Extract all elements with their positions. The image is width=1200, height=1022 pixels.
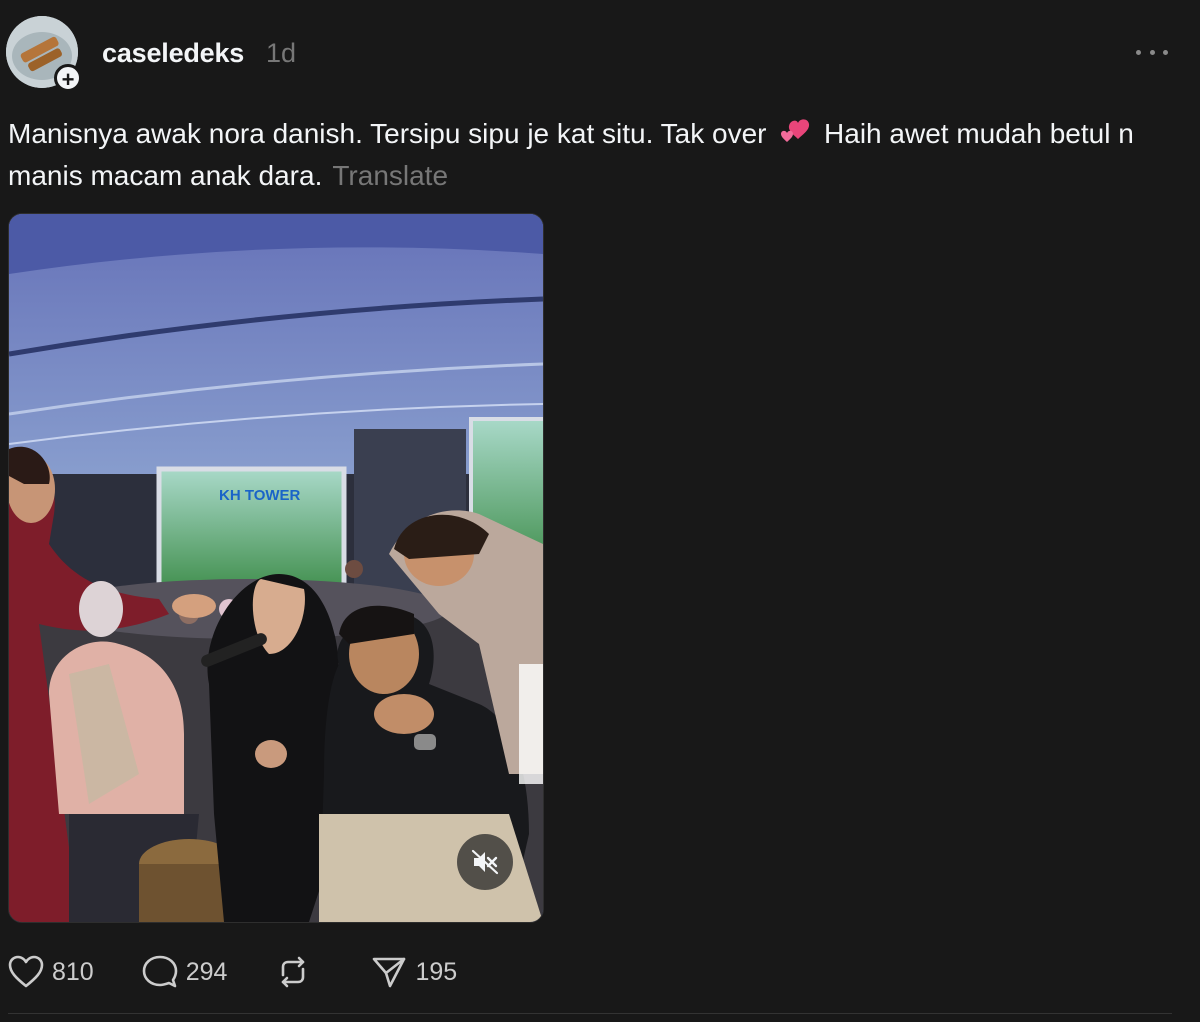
repost-icon [282, 956, 305, 988]
more-dot [1163, 49, 1168, 55]
thread-post: + caseledeks 1d Manisnya awak nora danis… [0, 0, 1200, 1022]
post-video[interactable]: KH TOWER [8, 213, 544, 923]
comment-count: 294 [185, 957, 228, 986]
mute-icon[interactable] [457, 834, 513, 890]
post-caption: Manisnya awak nora danish. Tersipu sipu … [8, 113, 1178, 197]
heart-icon [8, 955, 44, 988]
more-dot [1136, 49, 1141, 55]
more-icon[interactable] [1136, 38, 1168, 66]
share-count: 195 [415, 957, 458, 986]
avatar-container[interactable]: + [6, 16, 82, 92]
share-icon [373, 957, 406, 988]
two-hearts-icon [781, 119, 810, 142]
like-button[interactable]: 810 [8, 955, 94, 989]
repost-button[interactable] [275, 955, 319, 989]
username[interactable]: caseledeks [102, 38, 244, 69]
action-bar: 810 294 195 [8, 952, 505, 992]
video-sign-text: KH TOWER [219, 487, 301, 504]
post-timestamp[interactable]: 1d [266, 38, 296, 69]
divider [8, 1013, 1172, 1014]
share-button[interactable]: 195 [371, 955, 457, 989]
comment-icon [142, 955, 178, 988]
more-dot [1149, 49, 1155, 55]
follow-plus-icon[interactable]: + [54, 64, 82, 92]
like-count: 810 [52, 957, 94, 986]
comment-button[interactable]: 294 [142, 955, 228, 989]
caption-text-1: Manisnya awak nora danish. Tersipu sipu … [8, 118, 775, 149]
translate-link[interactable]: Translate [332, 160, 448, 191]
video-frame: KH TOWER [9, 214, 543, 922]
speaker-muted-icon [471, 849, 499, 875]
